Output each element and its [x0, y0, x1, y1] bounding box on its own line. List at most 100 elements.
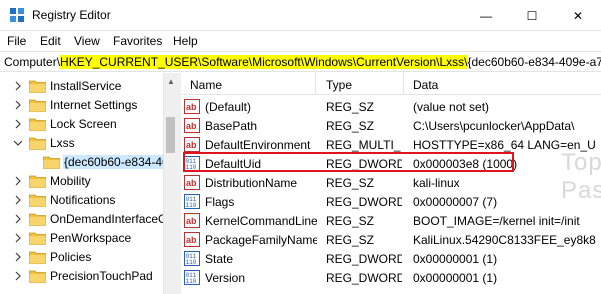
defaultuid-highlight-box — [183, 152, 514, 172]
tree-item-label: Policies — [50, 250, 92, 264]
registry-value-row[interactable]: ab BasePath REG_SZ C:\Users\pcunlocker\AppD… — [181, 116, 601, 135]
address-bar[interactable]: Computer\HKEY_CURRENT_USER\Software\Micr… — [0, 51, 601, 72]
chevron-right-icon[interactable] — [13, 81, 23, 91]
scroll-up-icon[interactable]: ▲ — [167, 77, 175, 86]
tree-item[interactable]: OnDemandInterfaceC — [0, 210, 167, 228]
value-data: 0x00000001 (1) — [413, 271, 498, 285]
folder-icon — [29, 80, 46, 93]
string-value-icon: ab — [184, 99, 200, 114]
column-divider[interactable] — [403, 73, 404, 95]
svg-text:ab: ab — [186, 216, 197, 226]
tree-item[interactable]: Lxss — [0, 134, 165, 152]
menu-edit[interactable]: Edit — [40, 34, 61, 48]
value-name: PackageFamilyName — [205, 233, 317, 247]
tree-item-label: Internet Settings — [50, 98, 138, 112]
string-value-icon: ab — [184, 175, 200, 190]
address-highlighted-path: HKEY_CURRENT_USER\Software\Microsoft\Win… — [60, 55, 468, 69]
registry-value-row[interactable]: ab DistributionName REG_SZ kali-linux — [181, 173, 601, 192]
folder-icon — [29, 137, 46, 150]
registry-value-row[interactable]: 011 110 Flags REG_DWORD 0x00000007 (7) — [181, 192, 601, 211]
value-data: C:\Users\pcunlocker\AppData\ — [413, 119, 575, 133]
value-type: REG_SZ — [326, 119, 375, 133]
chevron-right-icon[interactable] — [13, 100, 23, 110]
chevron-right-icon[interactable] — [13, 252, 23, 262]
value-name: (Default) — [205, 100, 252, 114]
title-bar: Registry Editor — ☐ ✕ — [0, 0, 601, 31]
registry-value-row[interactable]: ab (Default) REG_SZ (value not set) — [181, 97, 601, 116]
tree-item-label: Lock Screen — [50, 117, 117, 131]
tree-item-label: {dec60b60-e834-40 — [63, 155, 170, 169]
folder-icon — [29, 99, 46, 112]
registry-value-row[interactable]: ab PackageFamilyName REG_SZ KaliLinux.54290… — [181, 230, 601, 249]
address-path[interactable]: Computer\HKEY_CURRENT_USER\Software\Micr… — [4, 55, 601, 69]
menu-bar: File Edit View Favorites Help — [0, 31, 601, 51]
chevron-right-icon[interactable] — [13, 271, 23, 281]
chevron-right-icon[interactable] — [13, 233, 23, 243]
tree-item-label: InstallService — [50, 79, 122, 93]
tree-item[interactable]: Policies — [0, 248, 165, 266]
registry-editor-icon — [10, 8, 24, 22]
value-type: REG_SZ — [326, 214, 375, 228]
value-name: KernelCommandLine — [205, 214, 317, 228]
svg-text:ab: ab — [186, 235, 197, 245]
tree-item[interactable]: Lock Screen — [0, 115, 165, 133]
registry-value-row[interactable]: 011 110 Version REG_DWORD 0x00000001 (1) — [181, 268, 601, 287]
value-type: REG_DWORD — [326, 271, 402, 285]
tree-item-label: Notifications — [50, 193, 116, 207]
column-header-data[interactable]: Data — [413, 78, 438, 92]
value-name: DefaultEnvironment — [205, 138, 311, 152]
svg-text:ab: ab — [186, 102, 197, 112]
key-tree[interactable]: InstallService Internet Settings Lock Scre… — [0, 73, 175, 294]
maximize-button[interactable]: ☐ — [509, 0, 555, 31]
tree-item[interactable]: Internet Settings — [0, 96, 165, 114]
address-suffix: {dec60b60-e834-409e-a79f — [467, 55, 601, 69]
chevron-right-icon[interactable] — [13, 176, 23, 186]
value-name: BasePath — [205, 119, 258, 133]
registry-value-row[interactable]: 011 110 State REG_DWORD 0x00000001 (1) — [181, 249, 601, 268]
menu-file[interactable]: File — [7, 34, 26, 48]
tree-item[interactable]: {dec60b60-e834-40 — [0, 153, 170, 171]
chevron-right-icon[interactable] — [13, 195, 23, 205]
value-data: 0x00000007 (7) — [413, 195, 498, 209]
value-data: kali-linux — [413, 176, 460, 190]
close-button[interactable]: ✕ — [555, 0, 601, 31]
chevron-down-icon[interactable] — [13, 138, 23, 148]
column-divider[interactable] — [315, 73, 316, 95]
tree-item[interactable]: PrecisionTouchPad — [0, 267, 165, 285]
tree-item[interactable]: Mobility — [0, 172, 165, 190]
string-value-icon: ab — [184, 137, 200, 152]
value-type: REG_SZ — [326, 100, 375, 114]
string-value-icon: ab — [184, 118, 200, 133]
folder-icon — [29, 175, 46, 188]
address-prefix: Computer\ — [4, 55, 61, 69]
list-header: Name Type Data — [181, 73, 601, 95]
tree-item[interactable]: Notifications — [0, 191, 165, 209]
tree-item[interactable]: PenWorkspace — [0, 229, 165, 247]
tree-item-label: PrecisionTouchPad — [50, 269, 153, 283]
menu-favorites[interactable]: Favorites — [113, 34, 162, 48]
tree-scroll-thumb[interactable] — [166, 117, 175, 153]
window-title: Registry Editor — [32, 8, 111, 22]
tree-scrollbar[interactable]: ▲ — [163, 73, 177, 294]
svg-text:ab: ab — [186, 178, 197, 188]
value-name: DistributionName — [205, 176, 298, 190]
column-header-name[interactable]: Name — [190, 78, 222, 92]
string-value-icon: ab — [184, 232, 200, 247]
value-name: State — [205, 252, 234, 266]
tree-item-label: Lxss — [50, 136, 75, 150]
column-header-type[interactable]: Type — [326, 78, 352, 92]
chevron-right-icon[interactable] — [13, 119, 23, 129]
minimize-button[interactable]: — — [463, 0, 509, 31]
menu-help[interactable]: Help — [173, 34, 198, 48]
tree-item[interactable]: InstallService — [0, 77, 165, 95]
folder-icon — [43, 156, 60, 169]
tree-item-label: OnDemandInterfaceC — [50, 212, 167, 226]
binary-value-icon: 011110 — [184, 194, 200, 209]
binary-value-icon: 011110 — [184, 270, 200, 285]
binary-value-icon: 011110 — [184, 251, 200, 266]
svg-text:ab: ab — [186, 121, 197, 131]
registry-value-row[interactable]: ab KernelCommandLine REG_SZ BOOT_IMAGE=/ker… — [181, 211, 601, 230]
menu-view[interactable]: View — [74, 34, 100, 48]
value-list[interactable]: Name Type Data Top-Password.com ab(Defau… — [181, 73, 601, 294]
chevron-right-icon[interactable] — [13, 214, 23, 224]
